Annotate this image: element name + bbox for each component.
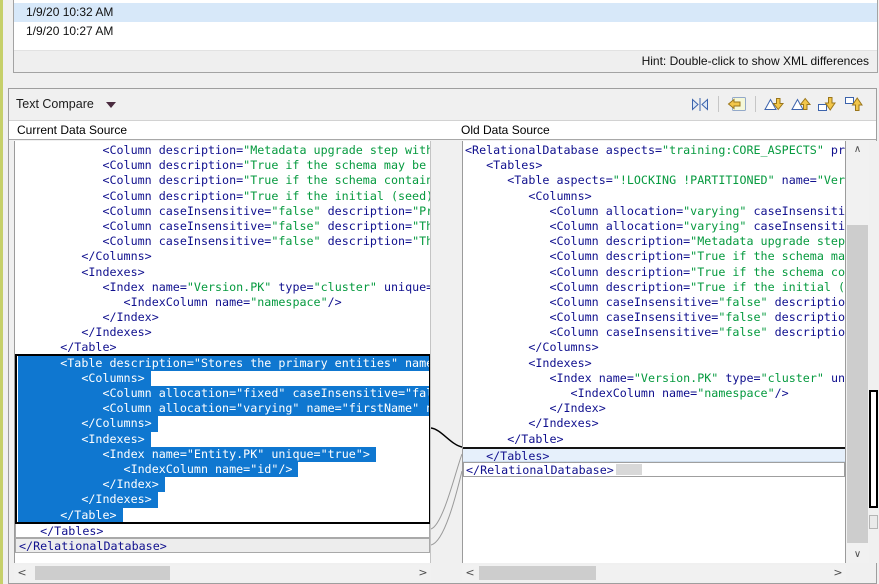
code-line[interactable]: <Index name="Version.PK" type="cluster" …	[465, 371, 845, 386]
history-row[interactable]: 1/9/20 10:32 AM	[14, 3, 877, 22]
scroll-left-button[interactable]: <	[462, 565, 478, 581]
code-line[interactable]: <Column caseInsensitive="false" descript…	[18, 204, 430, 219]
code-line[interactable]: </Indexes>	[18, 325, 430, 340]
scroll-up-button[interactable]: ∧	[846, 141, 869, 158]
left-pane-title: Current Data Source	[17, 123, 127, 137]
diff-connector-canvas	[431, 141, 462, 563]
scroll-right-button[interactable]: >	[830, 565, 846, 581]
code-line[interactable]: <Column description="True if the schema …	[18, 173, 430, 188]
left-horizontal-scrollbar[interactable]: < >	[14, 565, 431, 581]
code-line[interactable]: <Index name="Version.PK" type="cluster" …	[18, 280, 430, 295]
code-line[interactable]: </Tables>	[463, 447, 845, 462]
code-line[interactable]: <Column allocation="varying" name="first…	[18, 401, 430, 416]
compare-panel: Text Compare	[8, 88, 877, 584]
left-code-pane[interactable]: <Column description="Metadata upgrade st…	[14, 141, 431, 563]
code-line[interactable]: <Indexes>	[18, 265, 430, 280]
code-line[interactable]: </RelationalDatabase>	[15, 538, 430, 553]
code-line[interactable]: <Column description="True if the initial…	[465, 280, 845, 295]
compare-mode-dropdown[interactable]: Text Compare	[16, 97, 116, 111]
compare-editor-window: 1/9/20 10:32 AM 1/9/20 10:27 AM Hint: Do…	[0, 0, 879, 584]
history-list: 1/9/20 10:32 AM 1/9/20 10:27 AM	[14, 0, 877, 41]
scroll-left-button[interactable]: <	[14, 565, 30, 581]
code-line[interactable]: </Table>	[18, 340, 430, 355]
code-line[interactable]: <Column caseInsensitive="false" descript…	[465, 325, 845, 340]
code-line[interactable]: </Columns>	[18, 249, 430, 264]
code-line[interactable]: <Column caseInsensitive="false" descript…	[465, 310, 845, 325]
code-line[interactable]: <Column allocation="varying" caseInsensi…	[465, 219, 845, 234]
next-difference-icon[interactable]	[763, 96, 785, 112]
next-change-icon[interactable]	[817, 96, 839, 112]
code-line[interactable]: </Tables>	[15, 523, 430, 538]
code-line[interactable]: </Indexes>	[18, 492, 430, 507]
code-line[interactable]: <RelationalDatabase aspects="training:CO…	[465, 143, 845, 158]
code-line[interactable]: <IndexColumn name="namespace"/>	[465, 386, 845, 401]
horizontal-scrollbar-thumb[interactable]	[35, 566, 170, 580]
code-line[interactable]: </Indexes>	[465, 416, 845, 431]
diff-range-marker-small[interactable]	[869, 515, 878, 529]
history-row[interactable]: 1/9/20 10:27 AM	[14, 22, 877, 41]
diff-overview-ruler	[869, 141, 878, 563]
window-accent-strip	[0, 0, 3, 584]
code-line[interactable]: <Column description="True if the initial…	[18, 189, 430, 204]
code-line[interactable]: <Column caseInsensitive="false" descript…	[465, 295, 845, 310]
code-line[interactable]: <Column description="Metadata upgrade st…	[465, 234, 845, 249]
horizontal-scrollbar-thumb[interactable]	[479, 566, 596, 580]
right-pane-title: Old Data Source	[461, 123, 550, 137]
code-line[interactable]: <Column description="True if the schema …	[465, 249, 845, 264]
toolbar-separator	[718, 96, 719, 112]
diff-range-marker[interactable]	[869, 390, 878, 508]
code-line[interactable]: </Columns>	[465, 340, 845, 355]
history-panel: 1/9/20 10:32 AM 1/9/20 10:27 AM Hint: Do…	[13, 0, 878, 73]
code-line[interactable]: </Table>	[465, 432, 845, 447]
code-line[interactable]: <Table description="Stores the primary e…	[18, 356, 430, 371]
compare-mode-label: Text Compare	[16, 97, 94, 111]
code-line[interactable]: </Table>	[18, 508, 430, 523]
code-line[interactable]: <Column allocation="fixed" caseInsensiti…	[18, 386, 430, 401]
code-line[interactable]: <Column caseInsensitive="false" descript…	[18, 234, 430, 249]
compare-toolbar: Text Compare	[9, 89, 876, 121]
previous-change-icon[interactable]	[844, 96, 866, 112]
code-line[interactable]: <IndexColumn name="namespace"/>	[18, 295, 430, 310]
code-line[interactable]: </Columns>	[18, 416, 430, 431]
code-line[interactable]: </RelationalDatabase>	[463, 462, 845, 477]
scrollbar-corner	[846, 565, 876, 581]
code-line[interactable]: <Column description="True if the schema …	[465, 265, 845, 280]
swap-left-and-right-icon[interactable]	[689, 96, 711, 112]
pane-header-row: Current Data Source Old Data Source	[9, 121, 876, 140]
code-line[interactable]: <Table aspects="!LOCKING !PARTITIONED" n…	[465, 173, 845, 188]
code-line[interactable]: <Column caseInsensitive="false" descript…	[18, 219, 430, 234]
code-line[interactable]: <Indexes>	[18, 432, 430, 447]
hint-bar: Hint: Double-click to show XML differenc…	[14, 50, 877, 72]
code-line[interactable]: <Column description="True if the schema …	[18, 158, 430, 173]
code-line[interactable]: <Indexes>	[465, 356, 845, 371]
code-line[interactable]: </Index>	[18, 477, 430, 492]
toolbar-icon-group	[689, 96, 866, 112]
copy-all-from-right-to-left-icon[interactable]	[726, 96, 748, 112]
right-code-pane[interactable]: <RelationalDatabase aspects="training:CO…	[462, 141, 846, 563]
scroll-down-button[interactable]: ∨	[846, 546, 869, 563]
previous-difference-icon[interactable]	[790, 96, 812, 112]
code-line[interactable]: <Columns>	[465, 189, 845, 204]
code-line[interactable]: <Columns>	[18, 371, 430, 386]
chevron-down-icon	[106, 102, 116, 108]
vertical-scrollbar-thumb[interactable]	[847, 225, 868, 543]
code-line[interactable]: </Index>	[465, 401, 845, 416]
code-line[interactable]: <IndexColumn name="id"/>	[18, 462, 430, 477]
vertical-scrollbar[interactable]: ∧ ∨	[846, 141, 869, 563]
code-line[interactable]: <Column allocation="varying" caseInsensi…	[465, 204, 845, 219]
right-horizontal-scrollbar[interactable]: < >	[462, 565, 846, 581]
code-line[interactable]: </Index>	[18, 310, 430, 325]
toolbar-separator	[755, 96, 756, 112]
code-line[interactable]: <Column description="Metadata upgrade st…	[18, 143, 430, 158]
scroll-right-button[interactable]: >	[415, 565, 431, 581]
code-line[interactable]: <Tables>	[465, 158, 845, 173]
code-line[interactable]: <Index name="Entity.PK" unique="true">	[18, 447, 430, 462]
